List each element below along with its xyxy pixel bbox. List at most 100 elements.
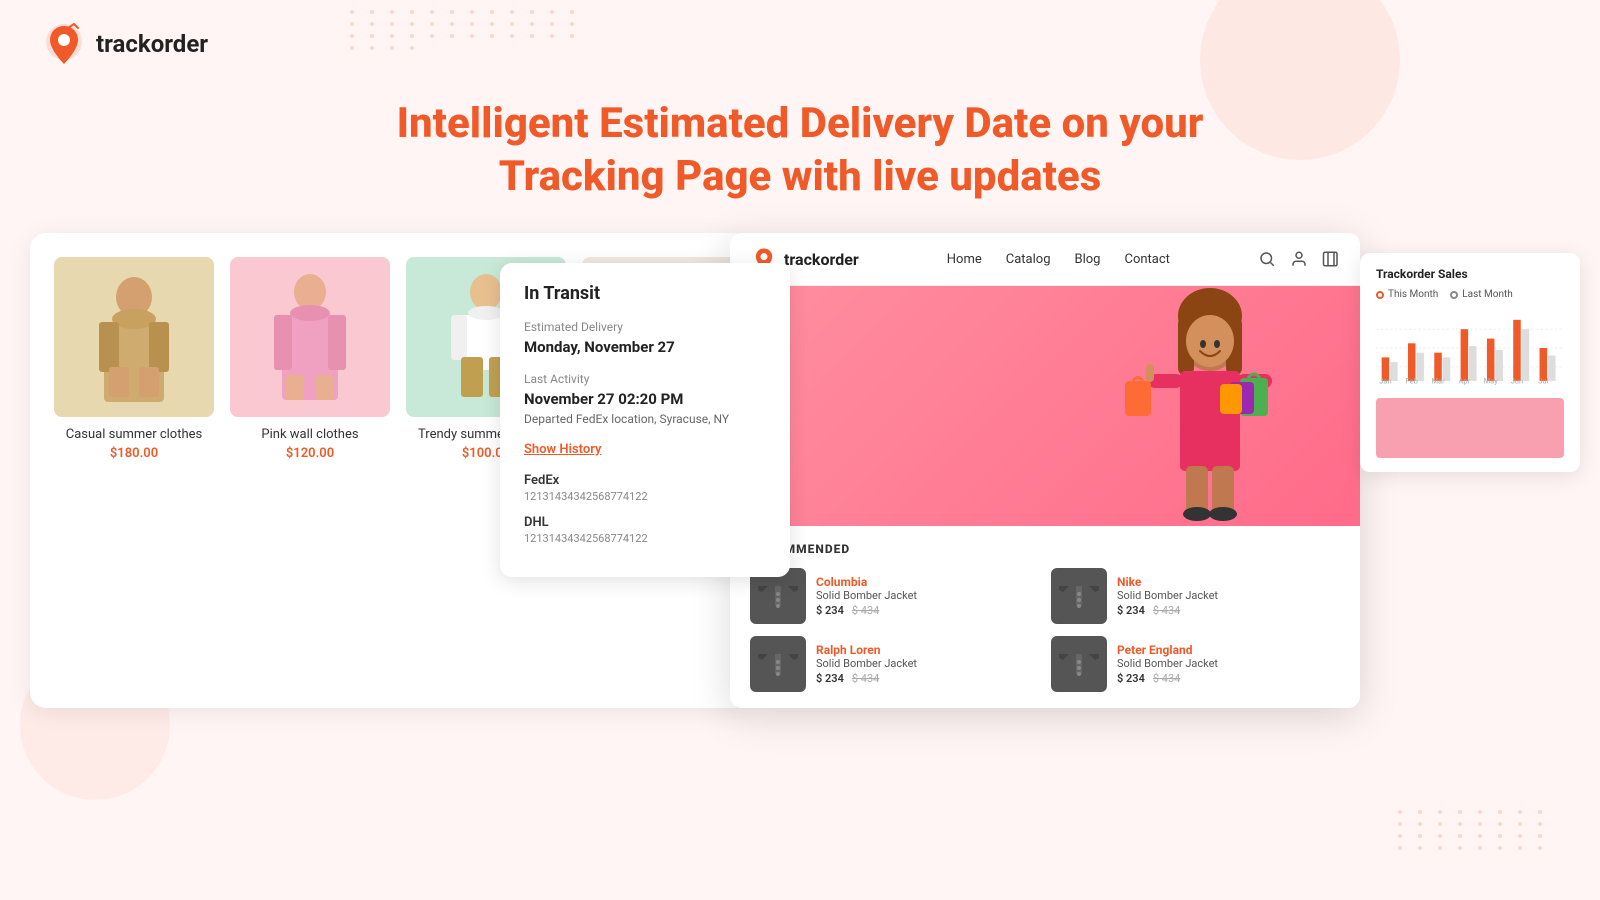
- cart-icon[interactable]: [1322, 250, 1340, 268]
- this-month-dot: [1376, 291, 1384, 299]
- svg-text:Jun: Jun: [1511, 377, 1523, 386]
- product-card[interactable]: Pink wall clothes $120.00: [230, 257, 390, 461]
- carrier2-tracking: 12131434342568774122: [524, 532, 766, 545]
- legend-last-month: Last Month: [1450, 289, 1512, 300]
- rec-product-name: Solid Bomber Jacket: [816, 657, 1039, 670]
- rec-old-price: $ 434: [852, 604, 879, 617]
- rec-item[interactable]: Peter England Solid Bomber Jacket $ 234 …: [1051, 636, 1340, 692]
- nav-blog[interactable]: Blog: [1075, 252, 1101, 267]
- carrier-section: FedEx 12131434342568774122 DHL 121314343…: [524, 473, 766, 545]
- hero-title: Intelligent Estimated Delivery Date on y…: [350, 98, 1250, 203]
- rec-product-info: Columbia Solid Bomber Jacket $ 234 $ 434: [816, 575, 1039, 617]
- nav-catalog[interactable]: Catalog: [1006, 252, 1051, 267]
- rec-product-image: [1051, 568, 1107, 624]
- woman-figure-1: [84, 267, 184, 407]
- last-activity-date: November 27 02:20 PM: [524, 390, 766, 408]
- rec-item[interactable]: Ralph Loren Solid Bomber Jacket $ 234 $ …: [750, 636, 1039, 692]
- svg-text:Apr: Apr: [1459, 377, 1471, 386]
- rec-item[interactable]: Columbia Solid Bomber Jacket $ 234 $ 434: [750, 568, 1039, 624]
- jacket-icon: [754, 572, 802, 620]
- browser-panel: trackorder Home Catalog Blog Contact: [730, 233, 1570, 708]
- rec-product-name: Solid Bomber Jacket: [816, 589, 1039, 602]
- sales-bar-chart: Jan Feb Mar Apr May Jun Jul: [1376, 308, 1564, 388]
- rec-item[interactable]: Nike Solid Bomber Jacket $ 234 $ 434: [1051, 568, 1340, 624]
- rec-price: $ 234: [1117, 672, 1145, 685]
- recommended-grid: Columbia Solid Bomber Jacket $ 234 $ 434: [750, 568, 1340, 692]
- header: trackorder: [0, 0, 1600, 88]
- main-layout: Casual summer clothes $180.00 P: [0, 233, 1600, 708]
- jacket-icon: [754, 640, 802, 688]
- browser-mockup: trackorder Home Catalog Blog Contact: [730, 233, 1360, 708]
- browser-navbar: trackorder Home Catalog Blog Contact: [730, 233, 1360, 286]
- hero-banner: [730, 286, 1360, 526]
- rec-prices: $ 234 $ 434: [816, 672, 1039, 685]
- product-name: Pink wall clothes: [261, 427, 358, 442]
- carrier2-name: DHL: [524, 515, 766, 530]
- rec-price: $ 234: [1117, 604, 1145, 617]
- legend-this-month: This Month: [1376, 289, 1438, 300]
- product-image: [230, 257, 390, 417]
- rec-product-info: Ralph Loren Solid Bomber Jacket $ 234 $ …: [816, 643, 1039, 685]
- rec-product-info: Nike Solid Bomber Jacket $ 234 $ 434: [1117, 575, 1340, 617]
- rec-old-price: $ 434: [1153, 672, 1180, 685]
- rec-brand: Columbia: [816, 575, 1039, 589]
- jacket-icon: [1055, 640, 1103, 688]
- rec-product-info: Peter England Solid Bomber Jacket $ 234 …: [1117, 643, 1340, 685]
- last-activity-label: Last Activity: [524, 372, 766, 386]
- svg-text:Mar: Mar: [1431, 377, 1445, 386]
- product-price: $180.00: [110, 446, 158, 461]
- search-icon[interactable]: [1258, 250, 1276, 268]
- rec-prices: $ 234 $ 434: [1117, 672, 1340, 685]
- transit-card: In Transit Estimated Delivery Monday, No…: [500, 263, 790, 577]
- sales-chart-title: Trackorder Sales: [1376, 267, 1564, 281]
- browser-logo-text: trackorder: [784, 250, 859, 269]
- rec-old-price: $ 434: [852, 672, 879, 685]
- rec-product-name: Solid Bomber Jacket: [1117, 589, 1340, 602]
- logo[interactable]: trackorder: [40, 20, 208, 68]
- rec-old-price: $ 434: [1153, 604, 1180, 617]
- rec-product-name: Solid Bomber Jacket: [1117, 657, 1340, 670]
- jacket-icon: [1055, 572, 1103, 620]
- recommended-title: RECOMMENDED: [750, 542, 1340, 556]
- transit-title: In Transit: [524, 283, 766, 304]
- shopping-woman-svg: [1070, 286, 1350, 526]
- recommended-section: RECOMMENDED: [730, 526, 1360, 708]
- svg-text:May: May: [1484, 377, 1499, 386]
- rec-product-image: [750, 636, 806, 692]
- hero-section: Intelligent Estimated Delivery Date on y…: [0, 88, 1600, 233]
- rec-brand: Ralph Loren: [816, 643, 1039, 657]
- hero-woman-figure: [1060, 286, 1360, 526]
- sales-chart-card: Trackorder Sales This Month Last Month: [1360, 253, 1580, 472]
- woman-figure-2: [260, 267, 360, 407]
- last-month-dot: [1450, 291, 1458, 299]
- carrier1-name: FedEx: [524, 473, 766, 488]
- product-name: Casual summer clothes: [66, 427, 202, 442]
- logo-icon: [40, 20, 88, 68]
- rec-product-image: [1051, 636, 1107, 692]
- user-icon[interactable]: [1290, 250, 1308, 268]
- rec-brand: Peter England: [1117, 643, 1340, 657]
- svg-text:Jan: Jan: [1379, 377, 1391, 386]
- sales-legend: This Month Last Month: [1376, 289, 1564, 300]
- rec-prices: $ 234 $ 434: [816, 604, 1039, 617]
- product-image: [54, 257, 214, 417]
- rec-prices: $ 234 $ 434: [1117, 604, 1340, 617]
- browser-action-icons: [1258, 250, 1340, 268]
- rec-price: $ 234: [816, 604, 844, 617]
- logo-text: trackorder: [96, 30, 208, 58]
- svg-text:Feb: Feb: [1406, 377, 1418, 386]
- product-card[interactable]: Casual summer clothes $180.00: [54, 257, 214, 461]
- sales-pink-block: [1376, 398, 1564, 458]
- carrier1-tracking: 12131434342568774122: [524, 490, 766, 503]
- estimated-label: Estimated Delivery: [524, 320, 766, 334]
- rec-brand: Nike: [1117, 575, 1340, 589]
- product-price: $120.00: [286, 446, 334, 461]
- rec-price: $ 234: [816, 672, 844, 685]
- browser-nav: Home Catalog Blog Contact: [947, 252, 1170, 267]
- nav-home[interactable]: Home: [947, 252, 982, 267]
- nav-contact[interactable]: Contact: [1124, 252, 1169, 267]
- estimated-value: Monday, November 27: [524, 338, 766, 356]
- last-activity-detail: Departed FedEx location, Syracuse, NY: [524, 412, 766, 426]
- svg-text:Jul: Jul: [1538, 377, 1548, 386]
- show-history-link[interactable]: Show History: [524, 442, 766, 457]
